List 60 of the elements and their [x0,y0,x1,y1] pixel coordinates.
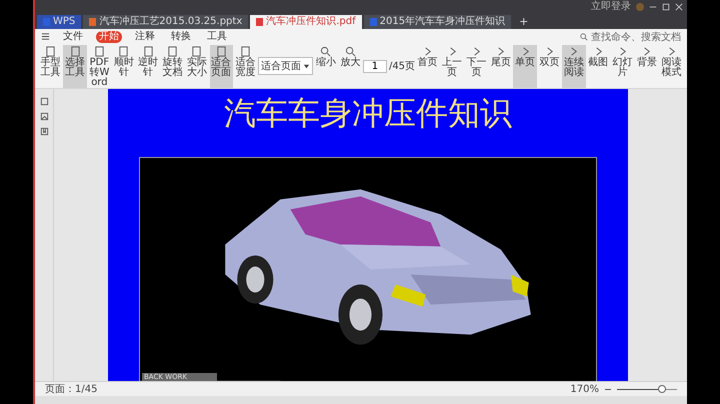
bookmark-icon[interactable] [40,127,48,136]
document-tab[interactable]: 汽车冲压工艺2015.03.25.pptx [83,15,248,29]
toolbar-button[interactable]: 顺时针 [112,44,136,88]
file-menu[interactable]: 文件 [60,30,86,42]
toolbar-button[interactable]: 尾页 [489,44,512,88]
search-icon [580,32,588,40]
close-icon[interactable] [675,2,683,10]
toolbar-button[interactable]: 阅读模式 [660,44,683,88]
toolbar-button[interactable]: PDF转Word [88,44,112,88]
page-number-field[interactable]: 1 [362,60,387,72]
menu-icon[interactable] [41,32,50,41]
toolbar-button[interactable]: 截图 [586,44,610,88]
page-total: /45页 [388,60,416,73]
toolbar-button[interactable]: 实际大小 [185,44,209,88]
page-icon [94,46,105,56]
toolbar-button[interactable]: 连续阅读 [562,44,586,88]
menu-tab[interactable]: 开始 [96,30,122,42]
page-status: 页面：1/45 [45,383,98,396]
toolbar-button[interactable]: 选择工具 [63,44,87,88]
thumbnail-icon[interactable] [40,97,48,106]
magnifier-icon [344,46,356,56]
page-icon [45,46,56,56]
document-tab[interactable]: 2015年汽车车身冲压件知识 [364,15,512,29]
toolbar-button[interactable]: 背景 [635,44,659,88]
toolbar-button[interactable]: 单页 [513,44,537,88]
user-name[interactable]: 立即登录 [591,0,631,12]
toolbar-button[interactable]: 上一页 [440,44,464,88]
magnifier-icon [320,46,332,56]
zoom-percent: 170% [570,384,599,394]
page-icon [70,46,81,56]
toolbar-button[interactable]: 适合页面 [210,44,233,88]
menu-tab[interactable]: 转换 [168,30,194,42]
document-tab[interactable]: 汽车冲压件知识.pdf [250,15,362,29]
toolbar-button[interactable]: 下一页 [464,44,488,88]
toolbar-button[interactable]: 放大 [338,44,362,88]
page-icon [240,46,252,56]
maximize-icon[interactable] [662,2,670,10]
toolbar-button[interactable]: 首页 [416,44,440,88]
page-icon [142,46,154,56]
toolbar-button[interactable]: 双页 [538,44,562,88]
toolbar-button[interactable]: 适合宽度 [234,44,258,88]
toolbar-button[interactable]: 幻灯片 [610,44,634,88]
page-icon [216,46,227,56]
search-field[interactable]: 查找命令、搜索文档 [580,30,681,44]
toolbar-button[interactable]: 手型工具 [39,44,62,88]
slide-title: 汽车车身冲压件知识 [224,93,512,133]
zoom-dropdown[interactable]: 适合页面 [258,57,314,75]
menu-tab[interactable]: 注释 [132,30,158,42]
document-tab[interactable]: WPS [37,15,82,29]
caret-icon [303,62,310,70]
slider-thumb[interactable] [658,384,666,392]
new-tab-button[interactable]: + [513,15,534,29]
toolbar-button[interactable]: 旋转文档 [160,44,184,88]
toolbar-button[interactable]: 缩小 [314,44,338,88]
menu-tab[interactable]: 工具 [204,30,230,42]
page-icon [191,46,202,56]
page-icon [166,46,178,56]
toolbar-button[interactable]: 逆时针 [136,44,160,88]
image-icon[interactable] [40,112,48,121]
page-icon [118,46,130,56]
